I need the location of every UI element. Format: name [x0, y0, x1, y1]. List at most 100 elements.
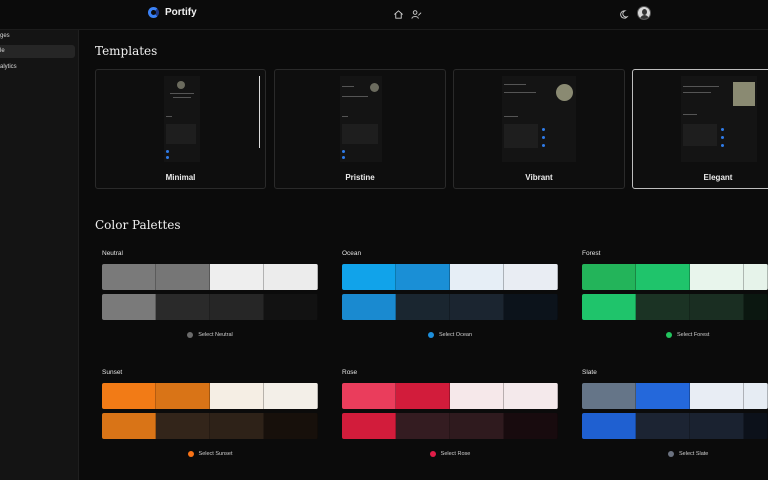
select-sunset-button[interactable]: Select Sunset — [102, 451, 318, 457]
select-label: Select Neutral — [198, 332, 233, 338]
swatch — [156, 413, 210, 439]
preview-photo — [733, 82, 755, 106]
preview-avatar — [370, 83, 379, 92]
swatch — [210, 413, 264, 439]
sidebar-item-profile[interactable]: le — [0, 45, 75, 58]
preview-text-line — [342, 116, 348, 117]
preview-block — [166, 124, 196, 144]
template-preview — [502, 76, 576, 162]
select-label: Select Forest — [677, 332, 710, 338]
preview-text-line — [170, 93, 194, 94]
preview-text-line — [166, 116, 172, 117]
brand[interactable]: Portify — [148, 7, 197, 18]
template-card-pristine[interactable]: Pristine — [274, 69, 446, 189]
select-forest-button[interactable]: Select Forest — [582, 332, 768, 338]
swatch — [156, 294, 210, 320]
palette-row-primary — [582, 383, 768, 409]
swatch — [102, 413, 156, 439]
sidebar-item-analytics[interactable]: alytics — [0, 61, 75, 74]
preview-dot — [542, 144, 545, 147]
preview-dot — [342, 156, 345, 159]
palette-dot-icon — [429, 451, 436, 457]
preview-dot — [166, 150, 169, 153]
select-ocean-button[interactable]: Select Ocean — [342, 332, 558, 338]
preview-scrollbar — [259, 76, 260, 148]
templates-title: Templates — [95, 44, 158, 58]
template-label: Vibrant — [525, 173, 553, 182]
palette-name: Forest — [582, 250, 601, 257]
swatch — [342, 383, 396, 409]
palette-row-primary — [582, 264, 768, 290]
palette-name: Rose — [342, 369, 358, 376]
swatch — [264, 413, 318, 439]
preview-dot — [542, 136, 545, 139]
preview-avatar — [177, 81, 185, 89]
select-label: Select Sunset — [198, 451, 233, 457]
swatch — [210, 383, 264, 409]
swatch — [450, 413, 504, 439]
swatch — [102, 294, 156, 320]
palette-row-secondary — [582, 294, 768, 320]
preview-dot — [542, 128, 545, 131]
swatch — [582, 294, 636, 320]
palette-row-secondary — [102, 294, 318, 320]
template-label: Pristine — [345, 173, 375, 182]
palette-name: Slate — [582, 369, 597, 376]
moon-icon[interactable] — [617, 8, 629, 20]
swatch — [396, 294, 450, 320]
select-slate-button[interactable]: Select Slate — [582, 451, 768, 457]
swatch — [744, 383, 768, 409]
swatch — [156, 264, 210, 290]
select-rose-button[interactable]: Select Rose — [342, 451, 558, 457]
swatch — [636, 383, 690, 409]
palette-dot-icon — [668, 451, 674, 457]
swatch — [396, 264, 450, 290]
swatch — [450, 294, 504, 320]
preview-dot — [721, 128, 724, 131]
palette-row-secondary — [342, 413, 558, 439]
home-icon[interactable] — [392, 8, 404, 20]
swatch — [690, 383, 744, 409]
swatch — [744, 264, 768, 290]
sidebar-item-pages[interactable]: ges — [0, 30, 75, 43]
swatch — [264, 264, 318, 290]
preview-block — [342, 124, 378, 144]
swatch — [504, 383, 558, 409]
color-palettes-title: Color Palettes — [95, 218, 181, 232]
user-edit-icon[interactable] — [410, 8, 422, 20]
preview-text-line — [342, 96, 368, 97]
preview-text-line — [342, 86, 354, 87]
preview-text-line — [173, 97, 191, 98]
template-card-minimal[interactable]: Minimal — [95, 69, 266, 189]
template-label: Elegant — [703, 173, 733, 182]
swatch — [504, 413, 558, 439]
preview-block — [504, 124, 538, 148]
preview-text-line — [683, 86, 719, 87]
swatch — [342, 294, 396, 320]
swatch — [396, 413, 450, 439]
template-card-elegant[interactable]: Elegant — [632, 69, 768, 189]
select-label: Select Slate — [679, 451, 709, 457]
swatch — [102, 383, 156, 409]
avatar-body — [640, 15, 649, 19]
swatch — [582, 264, 636, 290]
template-label: Minimal — [165, 173, 196, 182]
template-preview — [340, 76, 382, 162]
swatch — [690, 294, 744, 320]
palette-name: Neutral — [102, 250, 123, 257]
swatch — [156, 383, 210, 409]
swatch — [504, 294, 558, 320]
select-neutral-button[interactable]: Select Neutral — [102, 332, 318, 338]
template-card-vibrant[interactable]: Vibrant — [453, 69, 625, 189]
swatch — [636, 294, 690, 320]
swatch — [342, 413, 396, 439]
preview-dot — [166, 156, 169, 159]
palette-dot-icon — [427, 332, 434, 338]
swatch — [264, 294, 318, 320]
preview-avatar — [556, 84, 573, 101]
swatch — [342, 264, 396, 290]
swatch — [450, 264, 504, 290]
avatar[interactable] — [637, 6, 651, 20]
sidebar: ges le alytics — [0, 30, 79, 480]
swatch — [690, 413, 744, 439]
